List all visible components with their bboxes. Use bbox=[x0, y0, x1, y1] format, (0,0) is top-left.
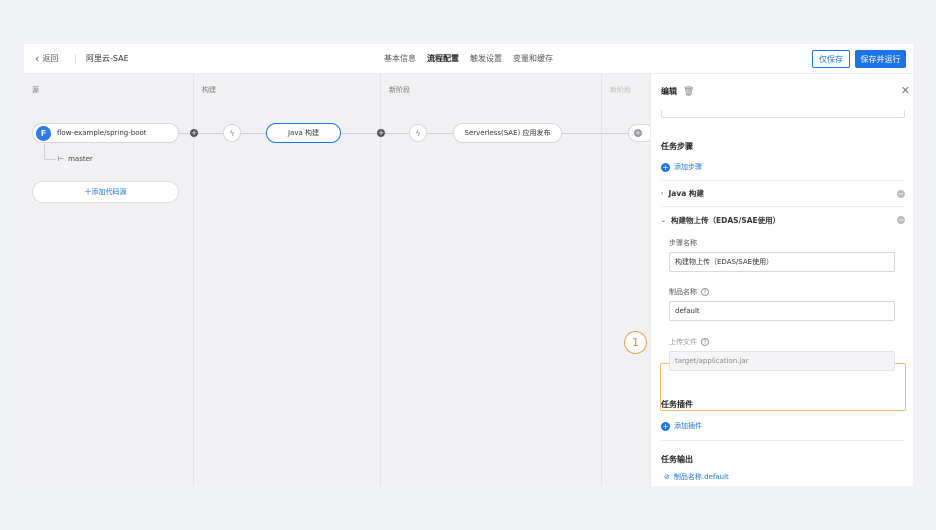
chevron-left-icon: ‹ bbox=[35, 52, 40, 65]
artifact-name-input[interactable]: default bbox=[669, 301, 895, 321]
pipeline-editor: ‹ 返回 阿里云-SAE 基本信息 流程配置 触发设置 变量和缓存 仅保存 保存… bbox=[24, 44, 913, 486]
step-row-artifact-upload[interactable]: ⌄ 构建物上传（EDAS/SAE使用） − bbox=[661, 207, 905, 233]
plus-circle-icon: + bbox=[661, 162, 670, 172]
add-stage-dot-icon[interactable]: + bbox=[377, 129, 385, 137]
link-icon: ⊘ bbox=[664, 473, 670, 481]
panel-header: 编辑 🗑 bbox=[661, 86, 694, 97]
output-value: 制品名称.default bbox=[673, 473, 729, 481]
artifact-name-label: 制品名称 ? bbox=[669, 287, 709, 297]
tab-pipeline-config[interactable]: 流程配置 bbox=[427, 53, 459, 64]
help-icon[interactable]: ? bbox=[701, 288, 709, 296]
add-stage-dot-icon[interactable]: + bbox=[190, 129, 198, 137]
trash-icon[interactable]: 🗑 bbox=[683, 87, 694, 97]
chevron-down-icon: ⌄ bbox=[661, 216, 667, 224]
trigger-bolt-icon[interactable]: ϟ bbox=[223, 124, 241, 142]
remove-step-icon[interactable]: − bbox=[897, 190, 905, 198]
panel-title: 编辑 bbox=[661, 87, 677, 96]
divider bbox=[75, 54, 76, 64]
stage-title: 新阶段 bbox=[389, 86, 410, 94]
tab-variables-cache[interactable]: 变量和缓存 bbox=[513, 53, 553, 64]
source-node[interactable]: F flow-example/spring-boot bbox=[32, 123, 179, 143]
app-title: 阿里云-SAE bbox=[86, 54, 129, 63]
task-steps-title: 任务步骤 bbox=[661, 142, 693, 151]
branch-connector bbox=[44, 159, 56, 160]
tab-basic-info[interactable]: 基本信息 bbox=[384, 53, 416, 64]
upload-file-input[interactable]: target/application.jar bbox=[669, 351, 895, 371]
step-label: 构建物上传（EDAS/SAE使用） bbox=[671, 215, 781, 225]
stage-title: 新阶段 bbox=[610, 86, 631, 94]
stage-title: 源 bbox=[32, 86, 39, 94]
back-button[interactable]: ‹ 返回 bbox=[35, 53, 58, 64]
add-plugin-button[interactable]: + 添加插件 bbox=[661, 421, 702, 431]
step-name-input[interactable]: 构建物上传（EDAS/SAE使用） bbox=[669, 252, 895, 272]
branch-name: master bbox=[68, 155, 93, 163]
label-text: 上传文件 bbox=[669, 338, 697, 346]
help-icon[interactable]: ? bbox=[701, 338, 709, 346]
source-repo: flow-example/spring-boot bbox=[57, 129, 147, 137]
branch-connector bbox=[44, 144, 45, 160]
close-icon[interactable]: ✕ bbox=[901, 84, 910, 97]
back-label: 返回 bbox=[42, 54, 59, 63]
top-bar: ‹ 返回 阿里云-SAE 基本信息 流程配置 触发设置 变量和缓存 仅保存 保存… bbox=[24, 44, 913, 74]
divider bbox=[661, 440, 905, 441]
label-text: 步骤名称 bbox=[669, 239, 697, 247]
label-text: 制品名称 bbox=[669, 288, 697, 296]
tab-trigger-settings[interactable]: 触发设置 bbox=[470, 53, 502, 64]
save-and-run-button[interactable]: 保存并运行 bbox=[855, 50, 906, 68]
chevron-right-icon: › bbox=[661, 190, 664, 197]
plus-circle-icon: + bbox=[661, 421, 670, 431]
upload-file-label: 上传文件 ? bbox=[669, 337, 709, 347]
branch-item: ⊢ master bbox=[58, 155, 93, 163]
panel-field-edge bbox=[661, 110, 905, 118]
tab-bar: 基本信息 流程配置 触发设置 变量和缓存 bbox=[384, 53, 553, 64]
output-item[interactable]: ⊘ 制品名称.default bbox=[664, 472, 729, 482]
add-source-button[interactable]: 十添加代码源 bbox=[32, 181, 179, 203]
callout-marker: 1 bbox=[624, 331, 647, 354]
stage-title: 构建 bbox=[202, 86, 216, 94]
branch-icon: ⊢ bbox=[58, 155, 65, 163]
add-step-button[interactable]: + 添加步骤 bbox=[661, 162, 702, 172]
edit-panel: 编辑 🗑 ✕ 任务步骤 + 添加步骤 › Java 构建 − ⌄ 构建物上传（E… bbox=[650, 74, 913, 486]
trigger-bolt-icon[interactable]: ϟ bbox=[409, 124, 427, 142]
task-node-java-build[interactable]: Java 构建 bbox=[266, 123, 341, 143]
task-node-sae-deploy[interactable]: Serverless(SAE) 应用发布 bbox=[453, 123, 562, 143]
task-outputs-title: 任务输出 bbox=[661, 455, 693, 464]
step-row-java-build[interactable]: › Java 构建 − bbox=[661, 181, 905, 207]
step-name-label: 步骤名称 bbox=[669, 238, 697, 248]
save-button[interactable]: 仅保存 bbox=[812, 50, 850, 68]
task-plugins-title: 任务插件 bbox=[661, 400, 693, 409]
remove-step-icon[interactable]: − bbox=[897, 216, 905, 224]
flow-logo-icon: F bbox=[36, 126, 51, 141]
add-step-label: 添加步骤 bbox=[674, 163, 702, 171]
step-label: Java 构建 bbox=[668, 189, 704, 198]
pipeline-canvas: 源 构建 新阶段 新阶段 F flow-example/spring-boot … bbox=[24, 74, 654, 486]
add-plugin-label: 添加插件 bbox=[674, 422, 702, 430]
